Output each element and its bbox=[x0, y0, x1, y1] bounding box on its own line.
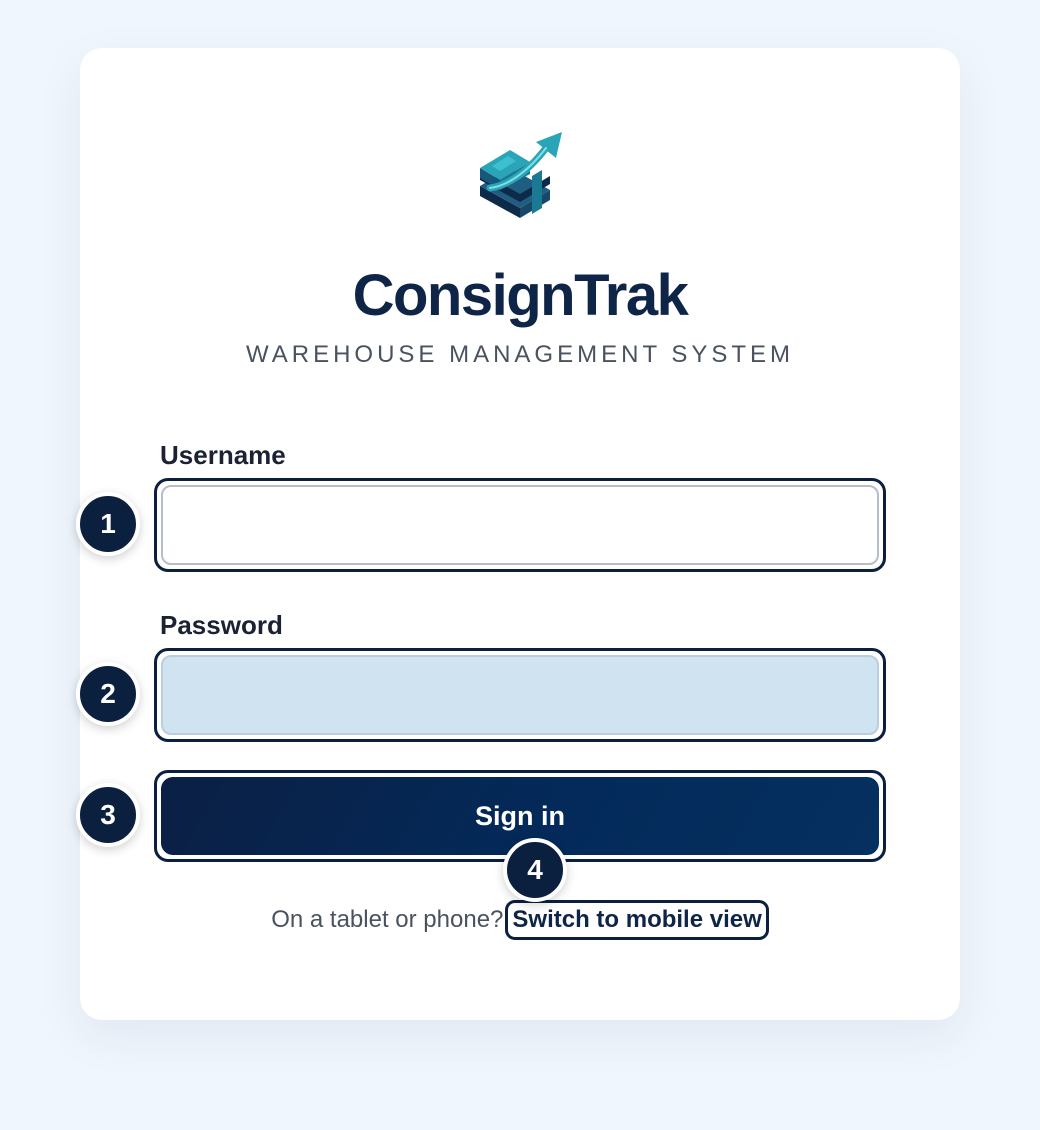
switch-to-mobile-link[interactable]: Switch to mobile view bbox=[505, 900, 769, 940]
annotation-badge-1: 1 bbox=[76, 492, 140, 556]
username-label: Username bbox=[160, 440, 286, 470]
password-input[interactable] bbox=[161, 655, 879, 735]
annotation-badge-2: 2 bbox=[76, 662, 140, 726]
annotation-badge-4: 4 bbox=[503, 838, 567, 902]
mobile-switch-row: On a tablet or phone? Switch to mobile v… bbox=[0, 900, 1040, 940]
mobile-prompt-text: On a tablet or phone? bbox=[271, 906, 504, 933]
username-input[interactable] bbox=[161, 485, 879, 565]
username-field-frame bbox=[154, 478, 886, 572]
annotation-badge-3: 3 bbox=[76, 783, 140, 847]
brand-name: ConsignTrak bbox=[352, 263, 689, 328]
password-label: Password bbox=[160, 610, 283, 640]
warehouse-box-arrow-icon bbox=[480, 132, 562, 218]
app-tagline: WAREHOUSE MANAGEMENT SYSTEM bbox=[245, 341, 795, 368]
password-field-frame bbox=[154, 648, 886, 742]
